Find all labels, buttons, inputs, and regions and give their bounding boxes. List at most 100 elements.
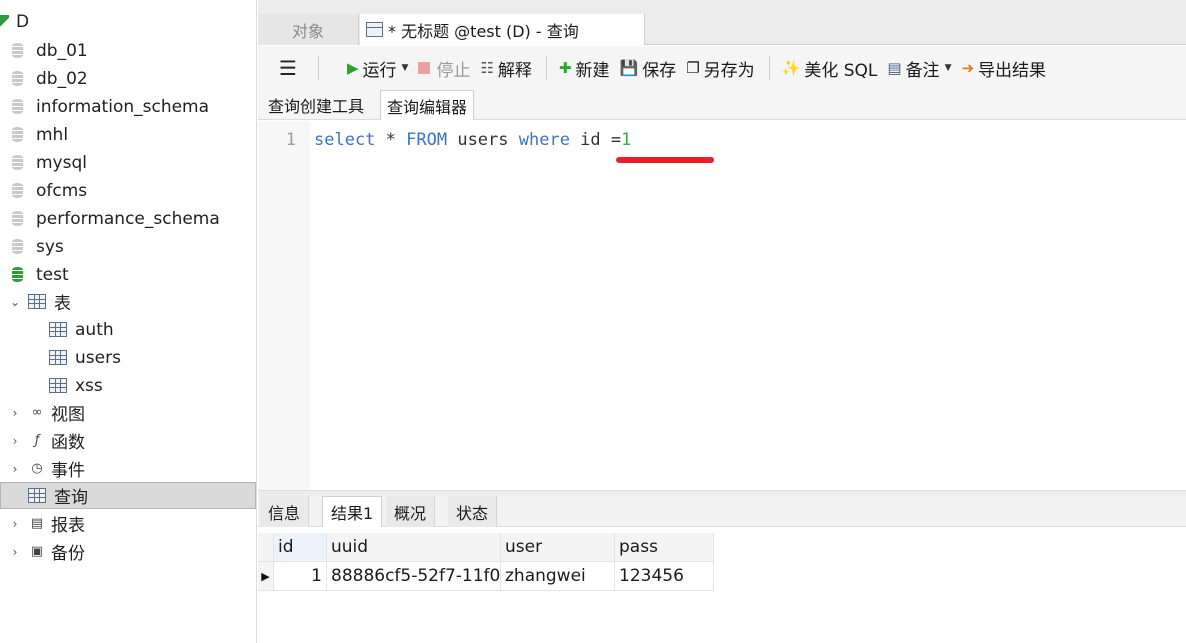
dropdown-caret-icon[interactable]: ▼ [945,63,952,73]
toolbar-divider [545,56,547,80]
chevron-right-icon[interactable]: › [8,462,22,476]
tab-profile[interactable]: 概况 [386,496,436,527]
database-node-test[interactable]: test [0,261,256,288]
tab-status[interactable]: 状态 [448,496,498,527]
database-node-performance-schema[interactable]: performance_schema [0,205,256,232]
stop-button[interactable]: 停止 [418,56,470,81]
table-node-auth[interactable]: auth [0,316,256,343]
tab-query[interactable]: * 无标题 @test (D) - 查询 [360,14,645,45]
chevron-right-icon[interactable]: › [8,545,22,559]
functions-folder[interactable]: › ƒ 函数 [0,427,256,454]
explain-button[interactable]: ☷ 解释 [480,56,531,81]
chevron-right-icon[interactable]: › [8,434,22,448]
sql-number: 1 [621,130,632,150]
table-node-users[interactable]: users [0,344,256,371]
table-node-xss[interactable]: xss [0,372,256,399]
save-button[interactable]: 💾 保存 [620,56,677,81]
database-icon [12,43,23,58]
row-marker-header [258,533,274,562]
events-folder[interactable]: › ◷ 事件 [0,455,256,482]
column-header[interactable]: id [274,533,327,562]
toolbar-divider [318,56,319,80]
sql-condition: id = [569,130,622,150]
database-label: ofcms [36,180,88,201]
tab-objects[interactable]: 对象 [258,14,359,45]
new-label: 新建 [575,60,610,81]
new-icon: ✚ [558,59,572,77]
backup-icon: ▣ [30,544,44,559]
reports-folder[interactable]: › ▤ 报表 [0,510,256,537]
sql-table-name: users [447,130,519,150]
database-label: information_schema [36,96,210,117]
column-header[interactable]: user [501,533,615,562]
tables-folder-label: 表 [54,294,71,314]
chevron-right-icon[interactable]: › [8,517,22,531]
table-icon [28,294,46,309]
beautify-label: 美化 SQL [804,60,878,81]
sql-code-line[interactable]: select * FROM users where id =1 [314,130,631,150]
table-cell[interactable]: zhangwei [501,562,615,591]
database-icon [12,211,23,226]
line-number: 1 [285,130,296,150]
column-header[interactable]: pass [615,533,714,562]
connection-label: D [16,12,30,32]
query-icon [28,488,46,503]
views-folder[interactable]: › ∞ 视图 [0,399,256,426]
chevron-right-icon[interactable]: › [8,406,22,420]
save-as-label: 另存为 [703,60,755,81]
database-icon [12,155,23,170]
export-icon: ➜ [961,59,975,77]
database-node-ofcms[interactable]: ofcms [0,177,256,204]
database-node-information-schema[interactable]: information_schema [0,93,256,120]
database-node-db_02[interactable]: db_02 [0,65,256,92]
table-label: auth [75,319,114,340]
queries-folder[interactable]: 查询 [0,482,256,509]
table-cell[interactable]: 123456 [615,562,714,591]
new-button[interactable]: ✚ 新建 [559,56,610,81]
functions-folder-label: 函数 [51,433,85,453]
comment-button[interactable]: ▤ 备注 ▼ [887,56,951,81]
database-icon [12,99,23,114]
chevron-down-icon[interactable]: ⌄ [8,295,22,309]
comment-icon: ▤ [887,59,902,77]
database-node-db_01[interactable]: db_01 [0,37,256,64]
tab-query-editor[interactable]: 查询编辑器 [380,90,475,120]
query-icon [366,22,383,37]
backups-folder[interactable]: › ▣ 备份 [0,538,256,565]
tab-query-builder[interactable]: 查询创建工具 [262,90,370,120]
table-row[interactable]: ▶ 1 88886cf5-52f7-11f0- zhangwei 123456 [258,562,714,591]
database-label: db_01 [36,40,88,61]
table-cell[interactable]: 1 [274,562,327,591]
table-label: xss [75,375,103,396]
run-button[interactable]: ▶ 运行 ▼ [347,56,408,81]
stop-label: 停止 [436,60,471,81]
connection-icon [0,15,9,29]
beautify-sql-button[interactable]: ✨ 美化 SQL [782,56,878,81]
navigator-sidebar: D db_01 db_02 information_schema mhl mys… [0,0,257,643]
database-node-sys[interactable]: sys [0,233,256,260]
export-results-button[interactable]: ➜ 导出结果 [961,56,1046,81]
title-strip [258,0,1186,14]
toolbar-divider [768,56,770,80]
queries-folder-label: 查询 [54,488,88,508]
table-cell[interactable]: 88886cf5-52f7-11f0- [327,562,501,591]
function-icon: ƒ [34,433,40,448]
table-icon [49,350,67,365]
sql-token: * [375,130,407,150]
backups-folder-label: 备份 [51,544,85,564]
dropdown-caret-icon[interactable]: ▼ [402,63,409,73]
events-folder-label: 事件 [51,461,85,481]
sql-editor[interactable]: 1 select * FROM users where id =1 [258,121,1186,490]
glasses-icon: ∞ [31,405,43,420]
database-node-mysql[interactable]: mysql [0,149,256,176]
stop-icon [418,62,431,74]
tables-folder[interactable]: ⌄ 表 [0,288,256,315]
database-node-mhl[interactable]: mhl [0,121,256,148]
connection-node[interactable]: D [0,9,256,35]
tab-info[interactable]: 信息 [260,496,310,527]
save-as-button[interactable]: ❐ 另存为 [686,56,754,81]
column-header[interactable]: uuid [327,533,501,562]
tab-result1[interactable]: 结果1 [322,496,383,527]
hamburger-menu-button[interactable]: ☰ [258,56,318,80]
database-label: performance_schema [36,208,220,229]
